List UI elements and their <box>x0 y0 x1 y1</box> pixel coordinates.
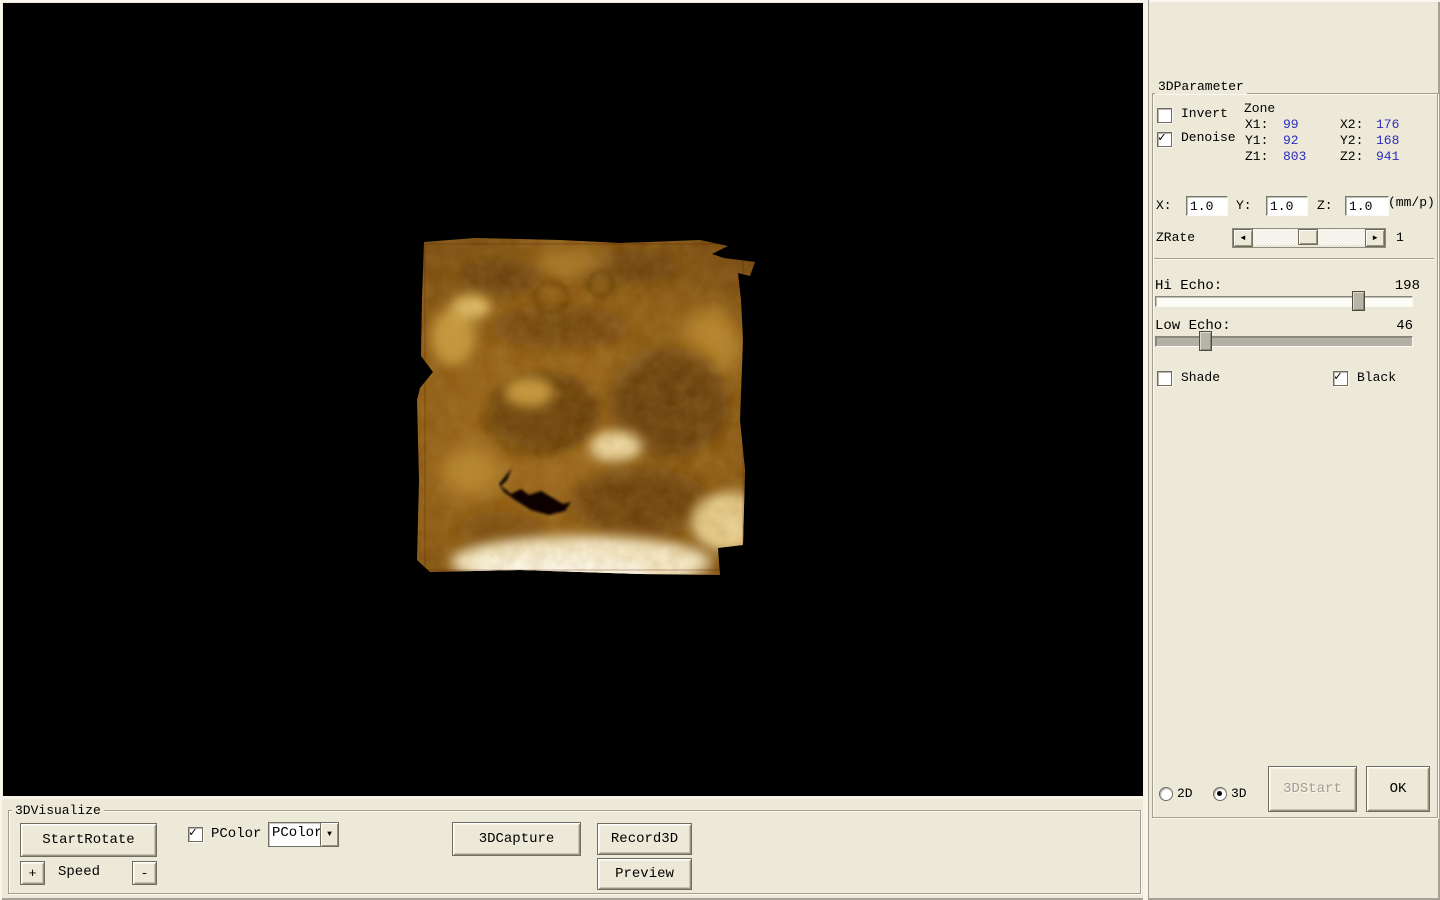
zone-x1-value: 99 <box>1283 117 1299 132</box>
black-label: Black <box>1357 370 1396 385</box>
mode-3d-radio[interactable] <box>1213 787 1227 801</box>
start-rotate-button[interactable]: StartRotate <box>20 823 157 857</box>
zrate-scrollbar-thumb[interactable] <box>1298 229 1318 245</box>
check-icon: ✓ <box>1158 130 1166 145</box>
voxel-x-input[interactable] <box>1186 196 1228 216</box>
speed-plus-button[interactable]: + <box>20 861 45 885</box>
zone-z2-value: 941 <box>1376 149 1399 164</box>
ultrasound-render <box>411 232 757 578</box>
zrate-label: ZRate <box>1156 230 1195 245</box>
application-window: 3DParameter Invert ✓ Denoise Zone X1: 99… <box>0 0 1440 900</box>
chevron-down-icon[interactable]: ▼ <box>320 823 338 846</box>
zone-z1-value: 803 <box>1283 149 1306 164</box>
render-viewport[interactable] <box>3 3 1143 796</box>
invert-label: Invert <box>1181 106 1228 121</box>
hi-echo-slider-thumb[interactable] <box>1352 291 1365 311</box>
pcolor-dropdown[interactable]: PColor ▼ <box>268 822 339 847</box>
denoise-checkbox[interactable]: ✓ <box>1157 132 1172 147</box>
invert-checkbox[interactable] <box>1157 108 1172 123</box>
zrate-value: 1 <box>1396 230 1404 245</box>
check-icon: ✓ <box>189 825 197 840</box>
mode-3d-label: 3D <box>1231 786 1247 801</box>
low-echo-slider-track[interactable] <box>1155 336 1413 347</box>
zone-z2-label: Z2: <box>1340 149 1363 164</box>
shade-checkbox[interactable] <box>1157 371 1172 386</box>
mode-2d-radio[interactable] <box>1159 787 1173 801</box>
parameter-separator <box>1154 258 1434 259</box>
3dstart-button[interactable]: 3DStart <box>1268 766 1357 812</box>
pcolor-dropdown-value: PColor <box>269 823 320 846</box>
zone-x2-value: 176 <box>1376 117 1399 132</box>
pcolor-checkbox[interactable]: ✓ <box>188 827 203 842</box>
low-echo-value: 46 <box>1380 318 1413 334</box>
zone-y1-label: Y1: <box>1245 133 1268 148</box>
mode-2d-label: 2D <box>1177 786 1193 801</box>
zone-x1-label: X1: <box>1245 117 1268 132</box>
voxel-z-input[interactable] <box>1345 196 1389 216</box>
record3d-button[interactable]: Record3D <box>597 823 692 855</box>
hi-echo-label: Hi Echo: <box>1155 278 1222 294</box>
low-echo-slider-thumb[interactable] <box>1199 331 1212 351</box>
zrate-scrollbar-track[interactable] <box>1253 229 1365 245</box>
low-echo-label: Low Echo: <box>1155 318 1231 334</box>
voxel-y-input[interactable] <box>1266 196 1308 216</box>
pcolor-label: PColor <box>211 826 261 842</box>
hi-echo-slider-track[interactable] <box>1155 296 1413 307</box>
ok-button[interactable]: OK <box>1366 766 1430 812</box>
panel-divider-line <box>1148 0 1149 900</box>
voxel-y-label: Y: <box>1236 198 1252 213</box>
denoise-label: Denoise <box>1181 130 1236 145</box>
voxel-unit-label: (mm/p) <box>1388 195 1435 210</box>
zone-y2-value: 168 <box>1376 133 1399 148</box>
zone-y2-label: Y2: <box>1340 133 1363 148</box>
shade-label: Shade <box>1181 370 1220 385</box>
3dcapture-button[interactable]: 3DCapture <box>452 822 581 856</box>
zrate-scrollbar[interactable]: ◄ ► <box>1232 228 1386 248</box>
zone-z1-label: Z1: <box>1245 149 1268 164</box>
speed-minus-button[interactable]: - <box>132 861 157 885</box>
zone-title: Zone <box>1244 101 1275 116</box>
zrate-scroll-left-icon[interactable]: ◄ <box>1233 229 1253 247</box>
check-icon: ✓ <box>1334 369 1342 384</box>
zone-y1-value: 92 <box>1283 133 1299 148</box>
zrate-scroll-right-icon[interactable]: ► <box>1365 229 1385 247</box>
visualize-group-title: 3DVisualize <box>12 803 104 818</box>
hi-echo-value: 198 <box>1380 278 1420 294</box>
voxel-z-label: Z: <box>1317 198 1333 213</box>
preview-button[interactable]: Preview <box>597 858 692 890</box>
zone-x2-label: X2: <box>1340 117 1363 132</box>
black-checkbox[interactable]: ✓ <box>1333 371 1348 386</box>
parameter-group-title: 3DParameter <box>1155 79 1247 94</box>
voxel-x-label: X: <box>1156 198 1172 213</box>
bottom-divider-highlight <box>0 796 1143 799</box>
speed-label: Speed <box>58 864 100 880</box>
